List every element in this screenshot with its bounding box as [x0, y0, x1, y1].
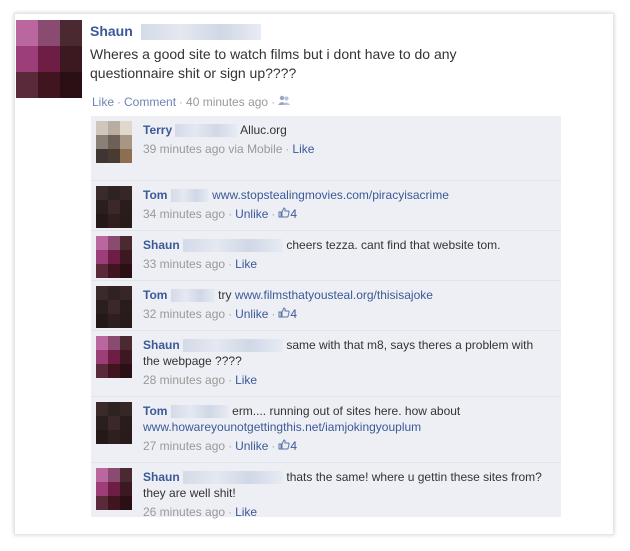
commenter-name[interactable]: Shaun: [143, 238, 180, 252]
comment-like-link[interactable]: Like: [292, 142, 314, 156]
separator: ·: [228, 373, 233, 387]
comment-meta: 33 minutes ago · Like: [143, 257, 257, 271]
separator: ·: [228, 505, 233, 519]
redacted-surname: [170, 405, 229, 419]
comment-meta: 32 minutes ago · Unlike · 4: [143, 307, 297, 321]
separator: ·: [228, 439, 233, 453]
commenter-avatar[interactable]: [96, 336, 132, 378]
post-author-name[interactable]: Shaun: [90, 23, 133, 39]
comment-like-link[interactable]: Like: [235, 257, 257, 271]
comment-meta: 28 minutes ago · Like: [143, 373, 257, 387]
commenter-name[interactable]: Tom: [143, 288, 167, 302]
comment-item: Shaun thats the same! where u gettin the…: [91, 462, 561, 519]
separator: ·: [228, 207, 233, 221]
commenter-name[interactable]: Tom: [143, 404, 167, 418]
separator: ·: [271, 439, 276, 453]
commenter-avatar[interactable]: [96, 468, 132, 510]
comment-timestamp[interactable]: 28 minutes ago: [143, 373, 225, 387]
comment-meta: 39 minutes ago via Mobile · Like: [143, 142, 314, 156]
like-count[interactable]: 4: [278, 207, 297, 221]
comment-body: Tom try www.filmsthatyousteal.org/thisis…: [143, 287, 553, 303]
comment-text-prefix: try: [218, 288, 232, 302]
thumbs-up-icon: [278, 207, 291, 221]
separator: ·: [271, 95, 276, 109]
friends-icon: [278, 95, 291, 109]
commenter-avatar[interactable]: [96, 186, 132, 228]
post-text: Wheres a good site to watch films but i …: [90, 46, 457, 81]
commenter-avatar[interactable]: [96, 236, 132, 278]
comment-body: Tom erm.... running out of sites here. h…: [143, 403, 553, 435]
commenter-name[interactable]: Tom: [143, 188, 167, 202]
separator: ·: [285, 142, 290, 156]
comment-item: Tom try www.filmsthatyousteal.org/thisis…: [91, 280, 561, 331]
thumbs-up-icon: [278, 307, 291, 321]
separator: ·: [179, 95, 184, 109]
comment-meta: 27 minutes ago · Unlike · 4: [143, 439, 297, 453]
comment-link[interactable]: www.howareyounotgettingthis.net/iamjokin…: [143, 420, 421, 434]
commenter-avatar[interactable]: [96, 402, 132, 444]
post-header: Shaun: [90, 23, 261, 41]
redacted-surname: [183, 239, 284, 253]
comment-text-prefix: erm.... running out of sites here. how a…: [232, 404, 461, 418]
comment-link[interactable]: www.stopstealingmovies.com/piracyisacrim…: [212, 188, 449, 202]
redacted-surname: [170, 289, 215, 303]
commenter-avatar[interactable]: [96, 121, 132, 163]
comment-list: Terry Alluc.org 39 minutes ago via Mobil…: [91, 116, 561, 519]
commenter-name[interactable]: Shaun: [143, 338, 180, 352]
comment-like-link[interactable]: Like: [235, 373, 257, 387]
post-timestamp[interactable]: 40 minutes ago: [186, 95, 268, 109]
comment-body: Shaun cheers tezza. cant find that websi…: [143, 237, 553, 253]
comment-timestamp[interactable]: 32 minutes ago: [143, 307, 225, 321]
post-comment-link[interactable]: Comment: [124, 95, 176, 109]
comment-unlike-link[interactable]: Unlike: [235, 439, 268, 453]
like-count[interactable]: 4: [278, 439, 297, 453]
comment-item: Terry Alluc.org 39 minutes ago via Mobil…: [91, 116, 561, 166]
separator: ·: [271, 207, 276, 221]
comment-meta: 26 minutes ago · Like: [143, 505, 257, 519]
like-count[interactable]: 4: [278, 307, 297, 321]
comment-link[interactable]: www.filmsthatyousteal.org/thisisajoke: [235, 288, 433, 302]
redacted-surname: [183, 471, 284, 485]
separator: ·: [117, 95, 122, 109]
separator: ·: [271, 307, 276, 321]
commenter-avatar[interactable]: [96, 286, 132, 328]
comment-item: Shaun cheers tezza. cant find that websi…: [91, 230, 561, 281]
comment-item: Tom www.stopstealingmovies.com/piracyisa…: [91, 180, 561, 231]
post-meta: Like · Comment · 40 minutes ago ·: [92, 95, 291, 109]
comment-item: Tom erm.... running out of sites here. h…: [91, 396, 561, 463]
comment-like-link[interactable]: Like: [235, 505, 257, 519]
redacted-surname: [170, 189, 209, 203]
comment-unlike-link[interactable]: Unlike: [235, 207, 268, 221]
post-like-link[interactable]: Like: [92, 95, 114, 109]
separator: ·: [228, 307, 233, 321]
commenter-name[interactable]: Terry: [143, 123, 172, 137]
separator: ·: [228, 257, 233, 271]
redacted-surname: [175, 124, 238, 138]
comment-timestamp[interactable]: 39 minutes ago via Mobile: [143, 142, 282, 156]
comment-body: Tom www.stopstealingmovies.com/piracyisa…: [143, 187, 553, 203]
comment-text: cheers tezza. cant find that website tom…: [286, 238, 501, 252]
comment-meta: 34 minutes ago · Unlike · 4: [143, 207, 297, 221]
commenter-name[interactable]: Shaun: [143, 470, 180, 484]
comment-item: Shaun same with that m8, says theres a p…: [91, 330, 561, 397]
comment-timestamp[interactable]: 33 minutes ago: [143, 257, 225, 271]
redacted-surname: [183, 339, 284, 353]
comment-timestamp[interactable]: 26 minutes ago: [143, 505, 225, 519]
comment-timestamp[interactable]: 34 minutes ago: [143, 207, 225, 221]
post-author-avatar[interactable]: [16, 20, 82, 98]
comment-body: Terry Alluc.org: [143, 122, 553, 138]
redacted-surname: [140, 24, 261, 41]
comment-body: Shaun same with that m8, says theres a p…: [143, 337, 553, 369]
comment-body: Shaun thats the same! where u gettin the…: [143, 469, 553, 501]
comment-text: Alluc.org: [240, 123, 287, 137]
thumbs-up-icon: [278, 439, 291, 453]
comment-timestamp[interactable]: 27 minutes ago: [143, 439, 225, 453]
comment-unlike-link[interactable]: Unlike: [235, 307, 268, 321]
